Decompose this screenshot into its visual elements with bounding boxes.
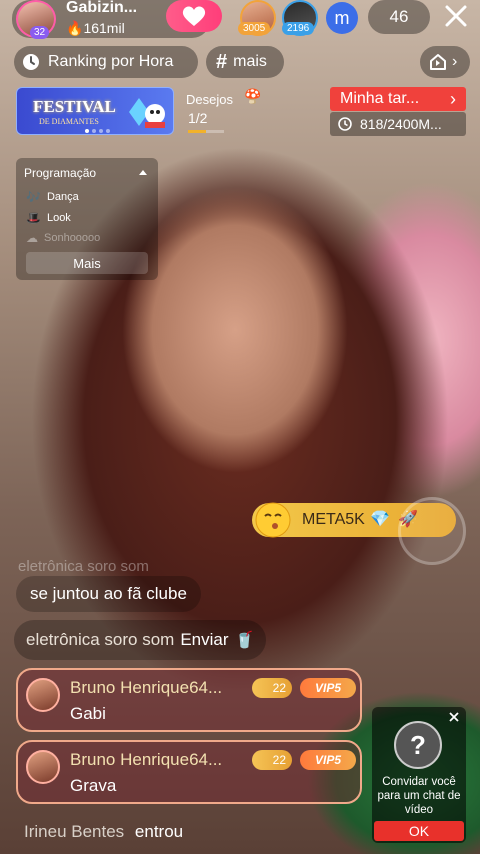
vip-badge: VIP5 bbox=[300, 750, 356, 770]
close-icon[interactable] bbox=[448, 711, 460, 723]
chevron-up-icon[interactable] bbox=[138, 168, 148, 176]
entry-notice: Irineu Bentes entrou bbox=[24, 822, 183, 842]
festival-title: FESTIVAL bbox=[33, 97, 116, 116]
dance-icon: 🎶 bbox=[26, 190, 41, 204]
wishes-progress-bar bbox=[188, 130, 224, 133]
chevron-right-icon: › bbox=[452, 53, 458, 70]
invite-text: Convidar você para um chat de vídeo bbox=[377, 776, 461, 816]
chat-system-message: se juntou ao fã clube bbox=[16, 576, 201, 612]
chat-avatar[interactable] bbox=[26, 750, 60, 784]
viewer-score: 2196 bbox=[282, 22, 315, 35]
clock-icon bbox=[338, 117, 352, 131]
chat-avatar[interactable] bbox=[26, 678, 60, 712]
share-menu[interactable]: › bbox=[420, 46, 470, 78]
top-viewers[interactable]: 3005 2196 m bbox=[238, 0, 358, 38]
program-item[interactable]: 🎩 Look bbox=[26, 211, 71, 225]
entered-action: entrou bbox=[134, 822, 184, 841]
heart-icon bbox=[182, 6, 206, 26]
chat-faded-text: eletrônica soro som bbox=[18, 558, 149, 575]
streamer-profile[interactable]: 32 Gabizin... 🔥161mil bbox=[12, 0, 222, 39]
task-label: Minha tar... bbox=[340, 90, 420, 107]
viewer-score: 3005 bbox=[238, 22, 271, 35]
follow-button[interactable] bbox=[166, 0, 222, 32]
video-chat-invite[interactable]: ? Convidar você para um chat de vídeo OK bbox=[372, 707, 466, 843]
hashtag-button[interactable]: # mais bbox=[206, 46, 284, 78]
hashtag-icon: # bbox=[216, 50, 228, 73]
festival-banner[interactable]: FESTIVAL DE DIAMANTES bbox=[16, 87, 174, 135]
wishes-progress: 1/2 bbox=[188, 110, 208, 126]
close-icon[interactable] bbox=[444, 4, 468, 28]
chat-message[interactable]: Bruno Henrique64... 22 VIP5 Gabi bbox=[16, 668, 362, 732]
program-title: Programação bbox=[24, 166, 97, 180]
hat-icon: 🎩 bbox=[26, 211, 41, 225]
send-prompt-action: Enviar bbox=[180, 630, 229, 649]
wishes-widget[interactable]: Desejos 🍄 1/2 bbox=[182, 86, 262, 136]
task-progress-value: 818/2400M... bbox=[360, 116, 442, 132]
chat-text: Gabi bbox=[70, 704, 106, 723]
festival-mascot-icon bbox=[129, 98, 165, 128]
mushroom-icon: 🍄 bbox=[244, 88, 262, 104]
likes-count: 🔥161mil bbox=[66, 20, 125, 36]
more-button[interactable]: Mais bbox=[26, 252, 148, 274]
ok-button[interactable]: OK bbox=[374, 821, 464, 841]
drink-icon: 🥤 bbox=[234, 632, 255, 649]
chat-username[interactable]: Bruno Henrique64... bbox=[70, 750, 222, 770]
chat-message[interactable]: Bruno Henrique64... 22 VIP5 Grava bbox=[16, 740, 362, 804]
carousel-dots bbox=[85, 129, 110, 133]
program-item[interactable]: 🎶 Dança bbox=[26, 190, 79, 204]
task-progress: 818/2400M... bbox=[330, 112, 466, 136]
wishes-label: Desejos bbox=[186, 92, 233, 107]
hashtag-label: mais bbox=[233, 53, 267, 70]
send-prompt-user: eletrônica soro som bbox=[26, 630, 175, 649]
gift-button[interactable] bbox=[398, 497, 466, 565]
flame-icon: 🔥 bbox=[66, 20, 84, 36]
level-chip: 22 bbox=[252, 750, 292, 770]
kiss-emoji-icon bbox=[255, 502, 291, 538]
share-icon bbox=[430, 54, 446, 70]
hourly-ranking-button[interactable]: Ranking por Hora bbox=[14, 46, 198, 78]
chat-username[interactable]: Bruno Henrique64... bbox=[70, 678, 222, 698]
send-prompt[interactable]: eletrônica soro som Enviar 🥤 bbox=[14, 620, 267, 660]
festival-subtitle: DE DIAMANTES bbox=[39, 117, 99, 126]
cloud-icon: ☁ bbox=[26, 232, 38, 244]
question-mark-icon: ? bbox=[394, 721, 442, 769]
streamer-name: Gabizin... bbox=[66, 0, 138, 16]
goal-label: META5K bbox=[302, 511, 365, 528]
viewer-count[interactable]: 46 bbox=[368, 0, 430, 34]
diamond-icon: 💎 bbox=[370, 511, 390, 528]
chat-text: Grava bbox=[70, 776, 117, 795]
clock-icon bbox=[23, 54, 39, 70]
program-item[interactable]: ☁ Sonhooooo bbox=[26, 232, 100, 244]
streamer-level-badge: 32 bbox=[30, 26, 50, 39]
vip-badge: VIP5 bbox=[300, 678, 356, 698]
chevron-right-icon: › bbox=[450, 88, 456, 109]
program-panel[interactable]: Programação 🎶 Dança 🎩 Look ☁ Sonhooooo M… bbox=[16, 158, 158, 280]
level-chip: 22 bbox=[252, 678, 292, 698]
my-task-button[interactable]: Minha tar... › bbox=[330, 87, 466, 111]
viewer-avatar[interactable]: m bbox=[326, 2, 358, 34]
entered-user: Irineu Bentes bbox=[24, 822, 125, 841]
ranking-label: Ranking por Hora bbox=[48, 53, 174, 70]
